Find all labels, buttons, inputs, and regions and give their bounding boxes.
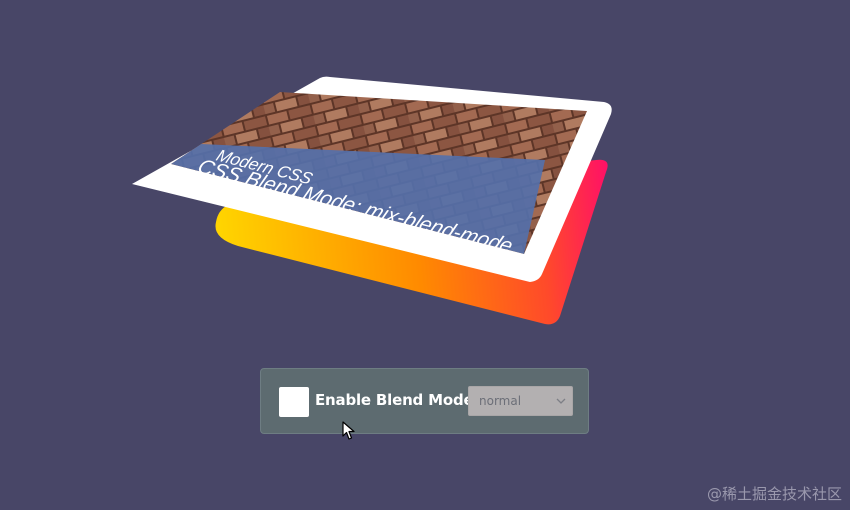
watermark: @稀土掘金技术社区 xyxy=(706,485,842,503)
control-panel: Enable Blend Mode normal xyxy=(260,368,589,434)
blend-mode-select[interactable]: normal xyxy=(468,386,573,416)
blend-mode-select-value: normal xyxy=(479,394,522,408)
chevron-down-icon xyxy=(556,398,566,404)
cursor-icon xyxy=(342,421,355,440)
blend-mode-checkbox[interactable] xyxy=(279,387,309,417)
blend-mode-checkbox-label[interactable]: Enable Blend Mode xyxy=(315,391,474,409)
